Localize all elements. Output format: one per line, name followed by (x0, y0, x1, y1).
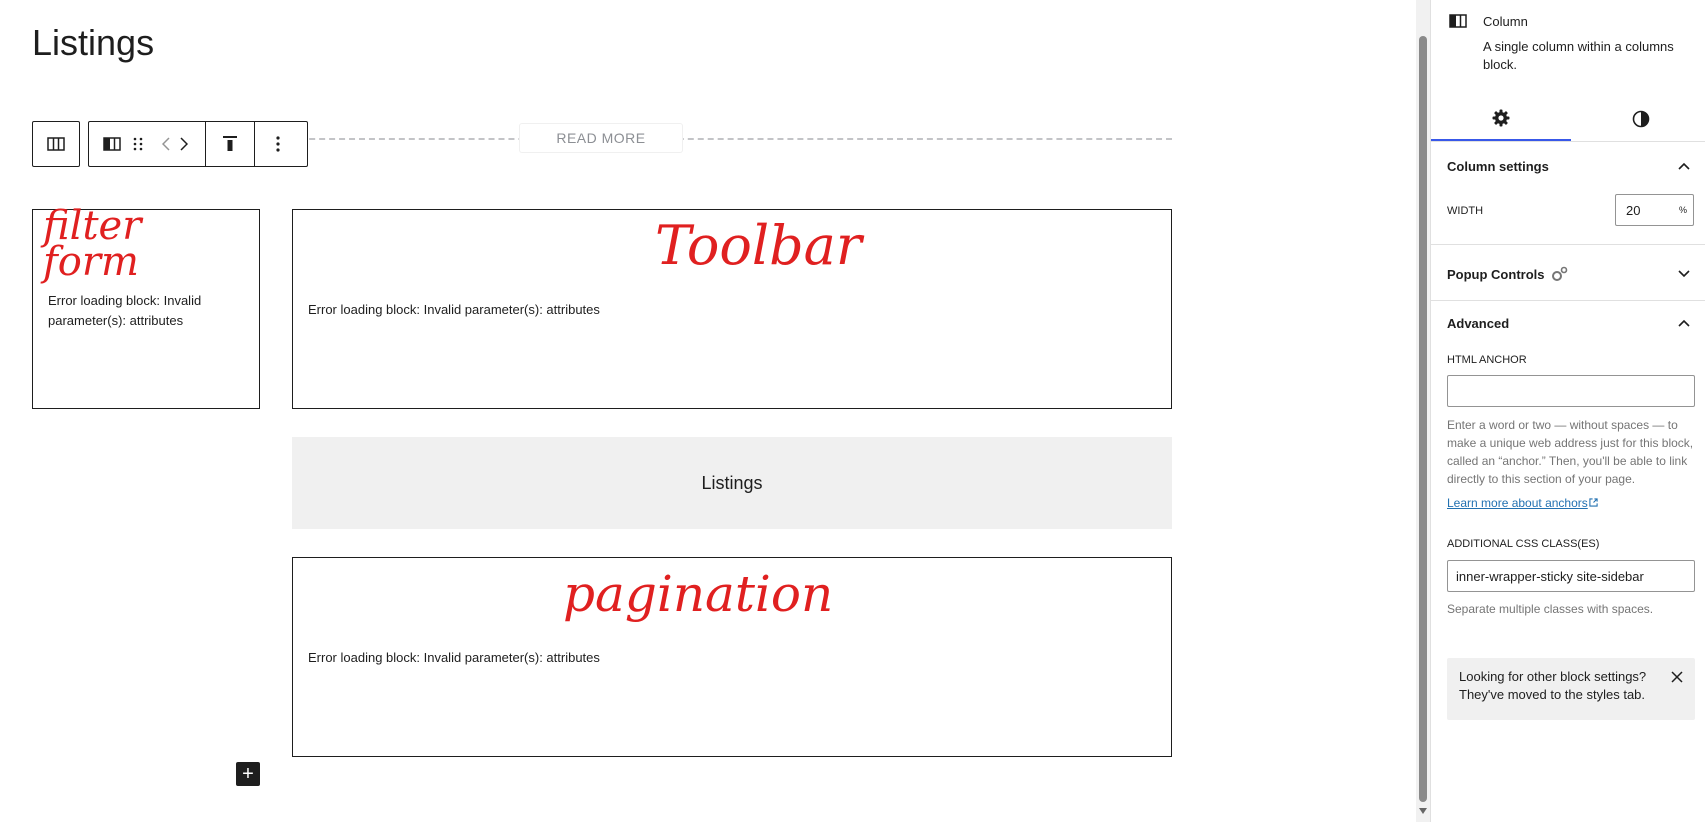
external-link-icon (1589, 498, 1598, 507)
width-field[interactable]: % (1615, 194, 1694, 226)
popup-controls-toggle[interactable]: Popup Controls (1447, 264, 1690, 284)
scroll-down-arrow-icon[interactable] (1419, 808, 1427, 814)
notice-text: Looking for other block settings? They'v… (1459, 669, 1647, 702)
toolbar-annotation: Toolbar (655, 214, 862, 277)
contrast-icon (1632, 110, 1650, 127)
pagination-error: Error loading block: Invalid parameter(s… (308, 650, 600, 665)
block-type-button[interactable] (97, 122, 127, 166)
divider (1431, 300, 1705, 301)
chevron-down-icon (1678, 270, 1690, 278)
vertical-align-top-icon (223, 136, 237, 151)
pagination-annotation: pagination (563, 565, 834, 623)
sidebar-tabs (1431, 96, 1705, 142)
advanced-title: Advanced (1447, 315, 1510, 331)
editor-canvas: Listings READ MORE filter form Error loa… (0, 0, 1418, 822)
close-icon (1671, 671, 1683, 683)
move-left-icon (162, 137, 170, 151)
filter-form-column[interactable]: filter form Error loading block: Invalid… (32, 203, 260, 409)
styles-tab-notice: Looking for other block settings? They'v… (1447, 658, 1695, 720)
block-card-description: A single column within a columns block. (1483, 39, 1674, 72)
column-icon (103, 137, 121, 151)
select-parent-columns-button[interactable] (33, 122, 79, 166)
html-anchor-input[interactable] (1447, 375, 1695, 407)
block-toolbar (88, 121, 308, 167)
html-anchor-label: HTML ANCHOR (1447, 354, 1527, 366)
filter-form-annotation: filter form (43, 203, 142, 285)
column-settings-title: Column settings (1447, 158, 1549, 174)
vertical-align-button[interactable] (206, 122, 254, 166)
drag-handle-icon (133, 137, 143, 151)
tab-styles[interactable] (1571, 96, 1705, 141)
learn-more-label: Learn more about anchors (1447, 496, 1588, 510)
block-card: Column A single column within a columns … (1431, 0, 1705, 92)
width-label: WIDTH (1447, 205, 1484, 217)
filter-form-error: Error loading block: Invalid parameter(s… (48, 293, 202, 328)
read-more-button[interactable]: READ MORE (520, 124, 682, 152)
divider (1431, 244, 1705, 245)
listings-block[interactable]: Listings (292, 437, 1172, 529)
column-icon (1449, 14, 1467, 33)
toolbar-error: Error loading block: Invalid parameter(s… (308, 302, 600, 317)
move-right-button[interactable] (175, 122, 193, 166)
chevron-up-icon (1678, 162, 1690, 170)
more-options-button[interactable] (255, 122, 301, 166)
drag-handle-button[interactable] (127, 122, 149, 166)
parent-block-toolbar (32, 121, 80, 167)
tab-settings[interactable] (1431, 96, 1571, 141)
width-input[interactable] (1624, 201, 1678, 219)
html-anchor-help: Enter a word or two — without spaces — t… (1447, 418, 1694, 486)
notice-close-button[interactable] (1671, 670, 1683, 688)
advanced-toggle[interactable]: Advanced (1447, 313, 1690, 333)
columns-icon (47, 137, 65, 151)
width-unit-select[interactable]: % (1679, 205, 1687, 215)
learn-more-anchors-link[interactable]: Learn more about anchors (1447, 496, 1598, 510)
settings-sidebar: Column A single column within a columns … (1430, 0, 1705, 822)
move-left-button[interactable] (157, 122, 175, 166)
gear-icon (1492, 109, 1510, 126)
css-class-input[interactable] (1447, 560, 1695, 592)
toolbar-block[interactable]: Toolbar Error loading block: Invalid par… (292, 209, 1172, 409)
css-class-label: ADDITIONAL CSS CLASS(ES) (1447, 538, 1600, 550)
popup-controls-title: Popup Controls (1447, 266, 1545, 282)
add-block-button[interactable]: + (236, 762, 260, 786)
pagination-block[interactable]: pagination Error loading block: Invalid … (292, 557, 1172, 757)
more-options-icon (276, 136, 280, 152)
gears-icon (1551, 266, 1567, 281)
scrollbar-thumb[interactable] (1419, 36, 1427, 802)
css-class-help: Separate multiple classes with spaces. (1447, 602, 1654, 616)
editor-scrollbar[interactable] (1416, 0, 1430, 822)
move-right-icon (180, 137, 188, 151)
block-card-title: Column (1483, 14, 1528, 29)
page-title[interactable]: Listings (32, 22, 154, 64)
chevron-up-icon (1678, 319, 1690, 327)
column-settings-toggle[interactable]: Column settings (1447, 156, 1690, 176)
